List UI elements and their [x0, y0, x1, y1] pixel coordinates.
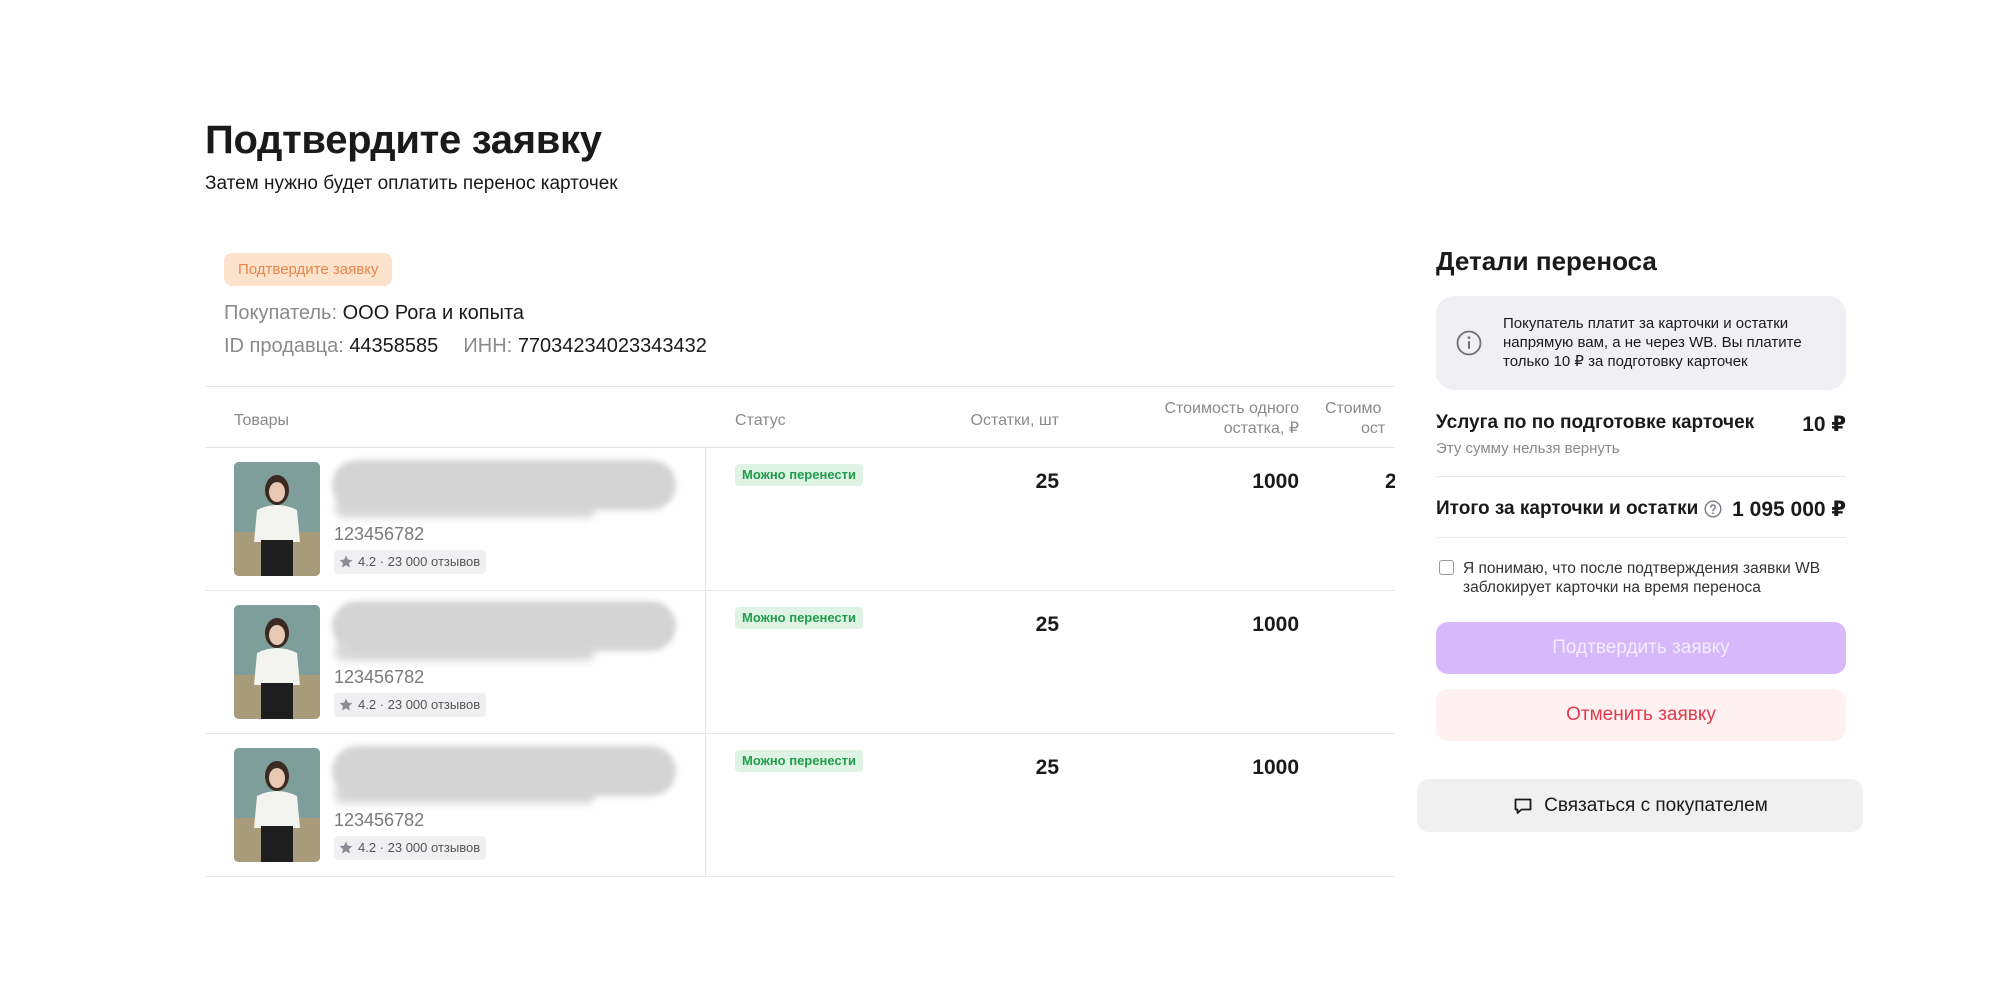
product-sku: 123456782 — [334, 667, 425, 687]
blurred-title — [332, 460, 676, 510]
info-circle-icon — [1456, 330, 1482, 356]
table-row[interactable]: 123456782 4.2 · 23 000 отзывов Можно пер… — [205, 734, 1395, 877]
inn-value: 77034234023343432 — [517, 335, 707, 357]
buyer-value: ООО Рога и копыта — [342, 302, 525, 324]
request-status-badge: Подтвердите заявку — [224, 253, 393, 286]
column-divider — [705, 448, 706, 590]
table-row[interactable]: 123456782 4.2 · 23 000 отзывов Можно пер… — [205, 448, 1395, 591]
inn-label: ИНН: — [463, 335, 513, 357]
service-note: Эту сумму нельзя вернуть — [1436, 440, 1620, 457]
product-thumbnail[interactable] — [234, 462, 320, 576]
products-table: Товары Статус Остатки, шт Стоимость одно… — [205, 386, 1395, 880]
service-price: 10 ₽ — [1802, 413, 1846, 436]
page-title: Подтвердите заявку — [205, 118, 602, 162]
table-header: Товары Статус Остатки, шт Стоимость одно… — [205, 387, 1395, 448]
unit-price-value: 1000 — [1252, 470, 1299, 493]
buyer-label: Покупатель: — [224, 302, 338, 324]
blurred-title — [332, 601, 676, 651]
column-header-stock: Остатки, шт — [970, 412, 1059, 429]
product-thumbnail[interactable] — [234, 605, 320, 719]
product-sku: 123456782 — [334, 810, 425, 830]
blurred-title — [332, 746, 676, 796]
buyer-line: Покупатель: ООО Рога и копыта — [224, 302, 524, 325]
product-rating: 4.2 · 23 000 отзывов — [334, 836, 487, 860]
star-icon — [339, 841, 353, 854]
contact-buyer-button[interactable]: Связаться с покупателем — [1417, 779, 1863, 832]
status-badge: Можно перенести — [735, 607, 863, 629]
star-icon — [339, 555, 353, 568]
chat-icon — [1514, 798, 1532, 814]
cancel-request-button[interactable]: Отменить заявку — [1436, 689, 1846, 741]
product-thumbnail[interactable] — [234, 748, 320, 862]
status-badge: Можно перенести — [735, 750, 863, 772]
agree-label[interactable]: Я понимаю, что после подтверждения заявк… — [1463, 559, 1853, 597]
column-header-total: Стоимо ост — [1325, 400, 1386, 437]
seller-id-label: ID продавца: — [224, 335, 344, 357]
unit-price-value: 1000 — [1252, 756, 1299, 779]
seller-id-value: 44358585 — [349, 335, 439, 357]
divider — [1436, 476, 1846, 477]
table-row[interactable]: 123456782 4.2 · 23 000 отзывов Можно пер… — [205, 591, 1395, 734]
unit-price-value: 1000 — [1252, 613, 1299, 636]
product-sku: 123456782 — [334, 524, 425, 544]
divider — [1436, 537, 1846, 538]
product-rating: 4.2 · 23 000 отзывов — [334, 693, 487, 717]
column-header-unit-price: Стоимость одного остатка, ₽ — [1164, 400, 1299, 437]
total-price: 1 095 000 ₽ — [1732, 498, 1846, 521]
seller-line: ID продавца: 44358585 ИНН: 7703423402334… — [224, 335, 707, 358]
info-notice: Покупатель платит за карточки и остатки … — [1436, 296, 1846, 390]
stock-value: 25 — [1035, 613, 1059, 636]
agree-checkbox[interactable] — [1439, 560, 1454, 575]
total-price-value: 2 — [1385, 470, 1395, 494]
column-divider — [705, 734, 706, 876]
stock-value: 25 — [1035, 756, 1059, 779]
column-header-goods: Товары — [234, 412, 290, 429]
stock-value: 25 — [1035, 470, 1059, 493]
page-subtitle: Затем нужно будет оплатить перенос карто… — [205, 173, 618, 194]
column-header-status: Статус — [735, 412, 786, 429]
info-notice-text: Покупатель платит за карточки и остатки … — [1503, 315, 1802, 370]
details-title: Детали переноса — [1436, 246, 1657, 276]
star-icon — [339, 698, 353, 711]
product-rating: 4.2 · 23 000 отзывов — [334, 550, 487, 574]
column-divider — [705, 591, 706, 733]
status-badge: Можно перенести — [735, 464, 863, 486]
confirm-request-button[interactable]: Подтвердить заявку — [1436, 622, 1846, 674]
